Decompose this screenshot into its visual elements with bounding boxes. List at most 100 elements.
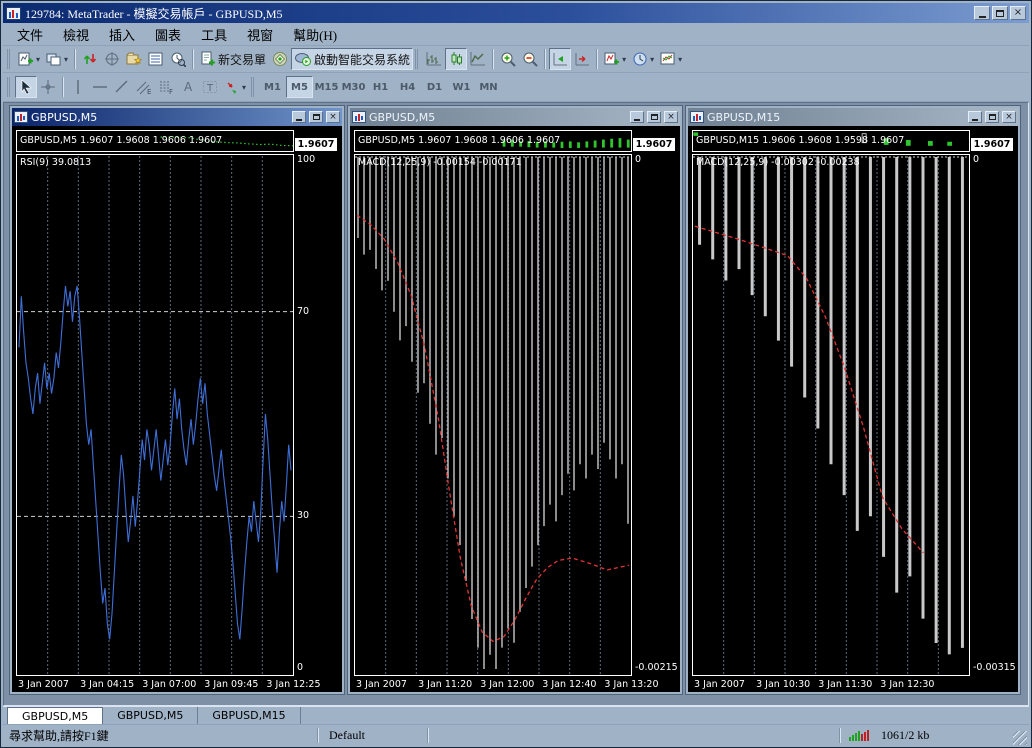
indicators-button[interactable]: ▾ xyxy=(601,48,629,70)
time-tick: 3 Jan 11:20 xyxy=(418,679,472,690)
toolbar-grip[interactable] xyxy=(415,49,421,69)
menu-window[interactable]: 視窗 xyxy=(237,24,283,45)
dropdown-arrow-icon: ▾ xyxy=(650,55,654,64)
vertical-line-button[interactable] xyxy=(67,76,89,98)
chart-window-titlebar[interactable]: GBPUSD,M15 × xyxy=(688,108,1018,126)
navigator-button[interactable] xyxy=(123,48,145,70)
zoom-out-button[interactable] xyxy=(519,48,541,70)
chart-window-icon xyxy=(690,111,704,123)
chart-area[interactable]: GBPUSD,M5 1.9607 1.9608 1.9606 1.9607 1.… xyxy=(12,126,342,692)
horizontal-line-button[interactable] xyxy=(89,76,111,98)
timeframe-d1-button[interactable]: D1 xyxy=(421,76,448,98)
chart-line-button[interactable] xyxy=(467,48,489,70)
chart-close-button[interactable]: × xyxy=(326,111,340,123)
arrows-button[interactable]: ▾ xyxy=(221,76,249,98)
time-tick: 3 Jan 10:30 xyxy=(756,679,810,690)
trendline-icon xyxy=(114,79,130,95)
tab-gbpusd-m5-macd[interactable]: GBPUSD,M5 xyxy=(103,707,198,724)
close-button[interactable]: × xyxy=(1010,6,1026,20)
zoom-in-icon xyxy=(500,51,516,67)
toolbar-grip[interactable] xyxy=(7,49,13,69)
folder-star-icon xyxy=(126,51,142,67)
current-price-label: 1.9607 xyxy=(295,138,337,151)
toolbar-grip[interactable] xyxy=(7,77,13,97)
chart-bars-button[interactable] xyxy=(423,48,445,70)
dropdown-arrow-icon: ▾ xyxy=(622,55,626,64)
timeframe-h1-button[interactable]: H1 xyxy=(367,76,394,98)
chart-shift-icon xyxy=(574,51,590,67)
chart-window-titlebar[interactable]: GBPUSD,M5 × xyxy=(12,108,342,126)
toolbar-grip[interactable] xyxy=(251,77,257,97)
crosshair-button[interactable] xyxy=(37,76,59,98)
chart-area[interactable]: GBPUSD,M15 1.9606 1.9608 1.9598 1.9607 1… xyxy=(688,126,1018,692)
timeframe-m1-button[interactable]: M1 xyxy=(259,76,286,98)
menu-tools[interactable]: 工具 xyxy=(191,24,237,45)
toolbar-separator xyxy=(544,49,546,69)
status-help-text: 尋求幫助,請按F1鍵 xyxy=(5,727,315,744)
chart-maximize-button[interactable] xyxy=(309,111,323,123)
time-tick: 3 Jan 04:15 xyxy=(80,679,134,690)
new-chart-button[interactable]: ▾ xyxy=(15,48,43,70)
menu-file[interactable]: 文件 xyxy=(7,24,53,45)
chart-candles-button[interactable] xyxy=(445,48,467,70)
chart-minimize-button[interactable] xyxy=(630,111,644,123)
minimize-icon xyxy=(296,119,302,121)
periods-button[interactable]: ▾ xyxy=(629,48,657,70)
timeframe-w1-button[interactable]: W1 xyxy=(448,76,475,98)
dropdown-arrow-icon: ▾ xyxy=(64,55,68,64)
resize-grip[interactable] xyxy=(1013,731,1027,745)
trendline-button[interactable] xyxy=(111,76,133,98)
menu-view[interactable]: 檢視 xyxy=(53,24,99,45)
close-icon: × xyxy=(1014,8,1022,18)
chart-minimize-button[interactable] xyxy=(968,111,982,123)
chart-shift-button[interactable] xyxy=(571,48,593,70)
timeframe-m30-button[interactable]: M30 xyxy=(340,76,367,98)
line-studies-toolbar: E F A T ▾ M1 M5 M15 M30 H1 H4 D1 W1 MN xyxy=(3,73,1029,102)
expert-badge-icon xyxy=(272,51,288,67)
chart-close-button[interactable]: × xyxy=(1002,111,1016,123)
terminal-button[interactable] xyxy=(145,48,167,70)
minimize-button[interactable] xyxy=(974,6,990,20)
templates-button[interactable]: ▾ xyxy=(657,48,685,70)
status-profile[interactable]: Default xyxy=(321,728,425,743)
chart-minimize-button[interactable] xyxy=(292,111,306,123)
timeframe-m15-button[interactable]: M15 xyxy=(313,76,340,98)
expert-properties-button[interactable] xyxy=(269,48,291,70)
chart-window-icon xyxy=(14,111,28,123)
equidistant-channel-button[interactable]: E xyxy=(133,76,155,98)
profiles-button[interactable]: ▾ xyxy=(43,48,71,70)
text-label-button[interactable]: T xyxy=(199,76,221,98)
new-order-button[interactable]: 新交易單 xyxy=(197,48,269,70)
cursor-button[interactable] xyxy=(15,76,37,98)
maximize-button[interactable] xyxy=(992,6,1008,20)
tab-gbpusd-m5-rsi[interactable]: GBPUSD,M5 xyxy=(7,707,103,724)
chart-maximize-button[interactable] xyxy=(985,111,999,123)
time-tick: 3 Jan 2007 xyxy=(694,679,745,690)
fibonacci-button[interactable]: F xyxy=(155,76,177,98)
market-watch-button[interactable] xyxy=(79,48,101,70)
timeframe-mn-button[interactable]: MN xyxy=(475,76,502,98)
timeframe-h4-button[interactable]: H4 xyxy=(394,76,421,98)
chart-maximize-button[interactable] xyxy=(647,111,661,123)
text-button[interactable]: A xyxy=(177,76,199,98)
expert-advisors-button[interactable]: 啟動智能交易系統 xyxy=(291,48,413,70)
zoom-in-button[interactable] xyxy=(497,48,519,70)
toolbar-separator xyxy=(74,49,76,69)
auto-scroll-button[interactable] xyxy=(549,48,571,70)
strategy-tester-button[interactable] xyxy=(167,48,189,70)
chart-close-button[interactable]: × xyxy=(664,111,678,123)
dropdown-arrow-icon: ▾ xyxy=(242,83,246,92)
close-icon: × xyxy=(329,113,337,122)
price-strip: GBPUSD,M15 1.9606 1.9608 1.9598 1.9607 xyxy=(692,130,970,152)
tab-gbpusd-m15-macd[interactable]: GBPUSD,M15 xyxy=(198,707,300,724)
timeframe-m5-button[interactable]: M5 xyxy=(286,76,313,98)
menu-insert[interactable]: 插入 xyxy=(99,24,145,45)
ohlc-readout: GBPUSD,M15 1.9606 1.9608 1.9598 1.9607 xyxy=(696,135,904,146)
data-window-button[interactable] xyxy=(101,48,123,70)
chart-window: GBPUSD,M5 × GBPUSD,M5 1.9607 1.9608 1.96… xyxy=(347,105,683,695)
menu-help[interactable]: 幫助(H) xyxy=(283,24,347,45)
maximize-icon xyxy=(651,114,658,120)
menu-charts[interactable]: 圖表 xyxy=(145,24,191,45)
chart-window-titlebar[interactable]: GBPUSD,M5 × xyxy=(350,108,680,126)
chart-area[interactable]: GBPUSD,M5 1.9607 1.9608 1.9606 1.9607 1.… xyxy=(350,126,680,692)
